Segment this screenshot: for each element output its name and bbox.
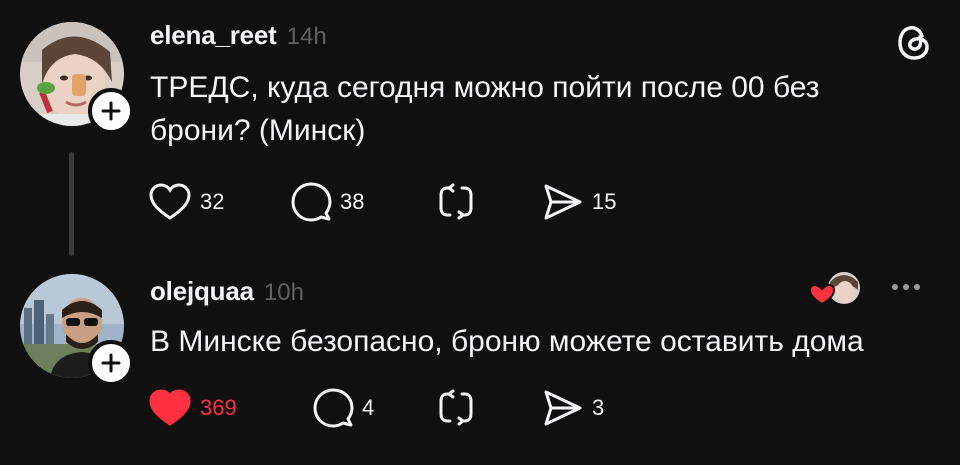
repost-button[interactable] — [436, 180, 476, 224]
timestamp: 10h — [263, 279, 304, 306]
heart-icon — [149, 389, 191, 426]
threads-logo-icon — [898, 26, 929, 60]
reply-count: 4 — [362, 395, 375, 420]
like-count: 369 — [200, 395, 237, 420]
send-icon — [544, 184, 582, 220]
thread-post: elena_reet 14h ТРЕДС, куда сегодня можно… — [0, 0, 960, 262]
post-header: olejquaa 10h — [150, 276, 304, 307]
share-button[interactable]: 15 — [542, 180, 616, 224]
reply-button[interactable]: 4 — [312, 386, 374, 430]
like-button[interactable]: 32 — [148, 180, 224, 224]
reply-button[interactable]: 38 — [290, 180, 364, 224]
share-count: 15 — [592, 189, 617, 214]
post-header: elena_reet 14h — [150, 20, 327, 51]
comment-icon — [313, 388, 354, 428]
plus-icon — [101, 101, 121, 121]
thread-line — [69, 152, 74, 256]
more-options-button[interactable] — [892, 284, 920, 290]
plus-icon — [101, 353, 121, 373]
repost-icon — [439, 389, 473, 426]
share-count: 3 — [592, 395, 605, 420]
username[interactable]: olejquaa — [150, 276, 254, 307]
follow-button[interactable] — [88, 340, 134, 386]
repost-icon — [439, 183, 473, 220]
follow-button[interactable] — [88, 88, 134, 134]
like-button[interactable]: 369 — [148, 386, 237, 430]
heart-icon — [149, 183, 191, 220]
like-count: 32 — [200, 189, 225, 214]
more-dots-icon — [892, 284, 898, 290]
threads-logo[interactable] — [896, 22, 932, 67]
timestamp: 14h — [286, 23, 327, 50]
share-button[interactable]: 3 — [542, 386, 604, 430]
author-liked-indicator — [808, 270, 862, 308]
send-icon — [544, 390, 582, 426]
heart-icon — [808, 283, 836, 306]
reply-post: olejquaa 10h В Минске безопасно, броню м… — [0, 262, 960, 465]
post-text: В Минске безопасно, броню можете оставит… — [150, 325, 864, 358]
comment-icon — [291, 182, 332, 222]
reply-count: 38 — [340, 189, 365, 214]
repost-button[interactable] — [436, 386, 476, 430]
username[interactable]: elena_reet — [150, 20, 277, 51]
post-text: ТРЕДС, куда сегодня можно пойти после 00… — [150, 71, 820, 147]
